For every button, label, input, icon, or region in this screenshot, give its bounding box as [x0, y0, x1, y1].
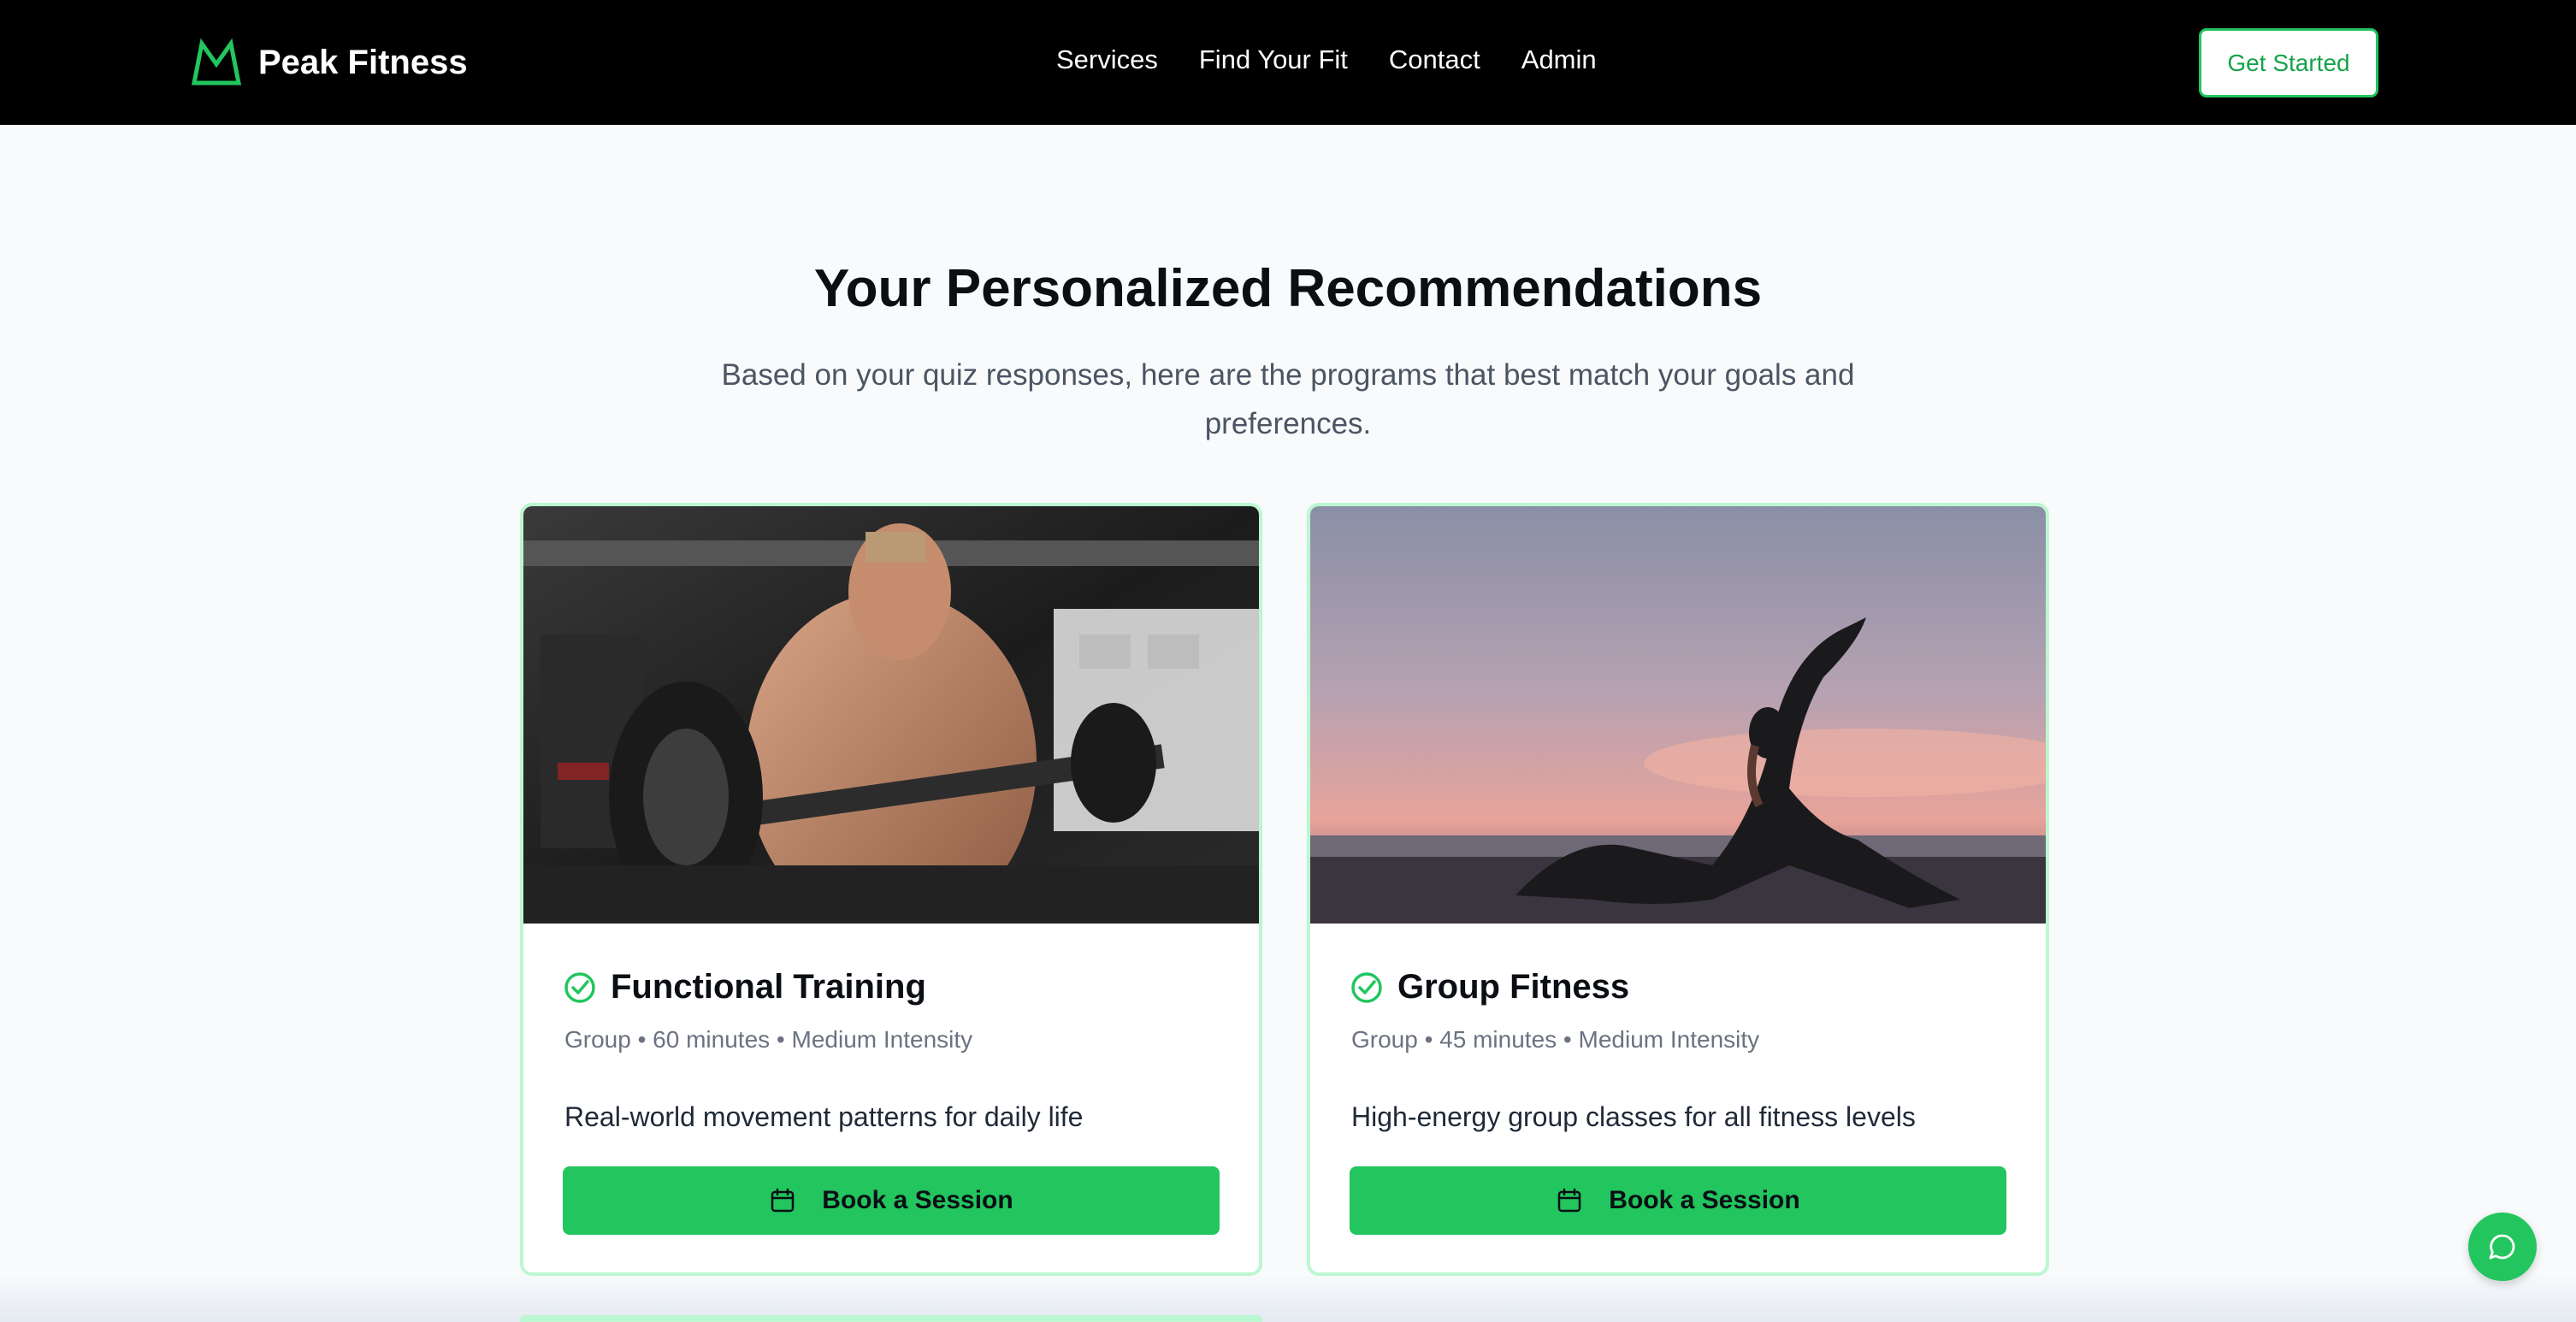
- nav-link-admin[interactable]: Admin: [1521, 44, 1597, 75]
- book-session-button[interactable]: Book a Session: [1350, 1166, 2006, 1235]
- card-title: Group Fitness: [1397, 968, 1630, 1006]
- recommendation-card: Group Fitness Group • 45 minutes • Mediu…: [1307, 503, 2049, 1276]
- get-started-button[interactable]: Get Started: [2199, 28, 2378, 97]
- calendar-icon: [1558, 1188, 1581, 1213]
- book-session-label: Book a Session: [822, 1186, 1013, 1214]
- nav-link-find-your-fit[interactable]: Find Your Fit: [1199, 44, 1348, 75]
- card-description: Real-world movement patterns for daily l…: [564, 1101, 1084, 1132]
- card-title: Functional Training: [611, 968, 926, 1006]
- card-description: High-energy group classes for all fitnes…: [1351, 1101, 1916, 1132]
- check-circle-icon: [1351, 971, 1382, 1003]
- recommendation-card: Functional Training Group • 60 minutes •…: [520, 503, 1262, 1276]
- calendar-icon: [771, 1188, 795, 1213]
- nav-link-contact[interactable]: Contact: [1389, 44, 1480, 75]
- page-subtitle: Based on your quiz responses, here are t…: [721, 358, 1855, 440]
- book-session-label: Book a Session: [1609, 1186, 1800, 1214]
- mountain-icon: [191, 38, 242, 86]
- brand-name: Peak Fitness: [258, 43, 468, 81]
- book-session-button[interactable]: Book a Session: [563, 1166, 1220, 1235]
- card-heading: Functional Training: [563, 968, 926, 1006]
- card-meta: Group • 60 minutes • Medium Intensity: [564, 1026, 973, 1053]
- top-navbar: Peak Fitness Services Find Your Fit Cont…: [0, 0, 2576, 125]
- gym-weightlifter-photo: [523, 506, 1259, 924]
- chat-bubble-icon: [2489, 1234, 2515, 1260]
- card-meta: Group • 45 minutes • Medium Intensity: [1351, 1026, 1760, 1053]
- card-heading: Group Fitness: [1350, 968, 1629, 1006]
- chat-button[interactable]: [2468, 1213, 2537, 1281]
- brand-logo[interactable]: Peak Fitness: [190, 38, 468, 87]
- scroll-fade: [0, 1274, 2576, 1322]
- page-title: Your Personalized Recommendations: [813, 259, 1763, 318]
- check-circle-icon: [564, 971, 595, 1003]
- sunset-yoga-photo: [1310, 506, 2046, 924]
- main-nav: Services Find Your Fit Contact Admin: [1056, 44, 1638, 75]
- next-card-edge: [520, 1315, 1262, 1322]
- nav-link-services[interactable]: Services: [1056, 44, 1158, 75]
